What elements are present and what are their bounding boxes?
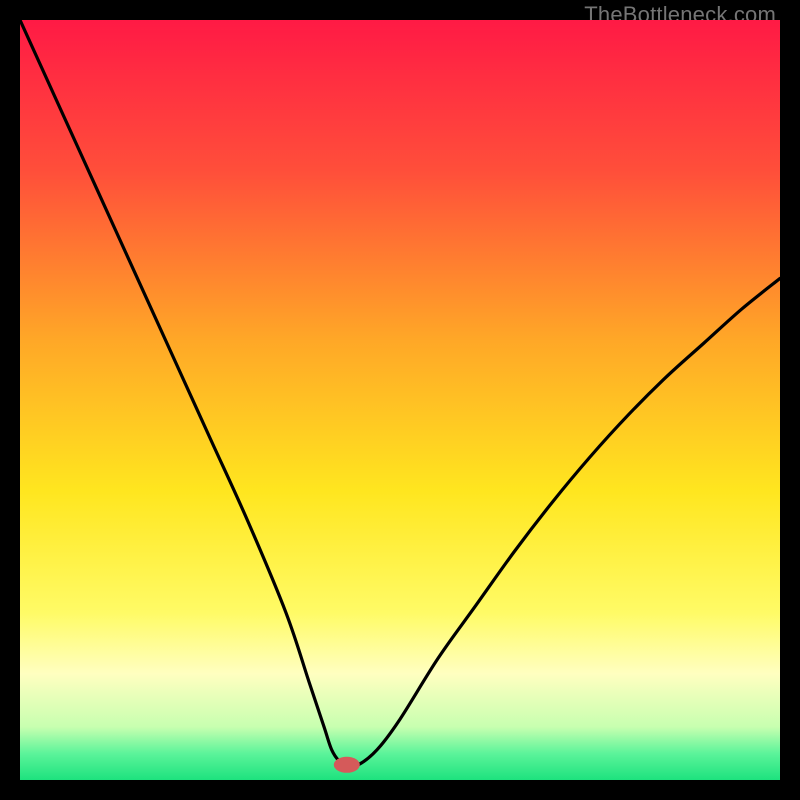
gradient-background xyxy=(20,20,780,780)
bottleneck-chart xyxy=(20,20,780,780)
optimum-marker xyxy=(334,757,360,773)
chart-frame xyxy=(20,20,780,780)
